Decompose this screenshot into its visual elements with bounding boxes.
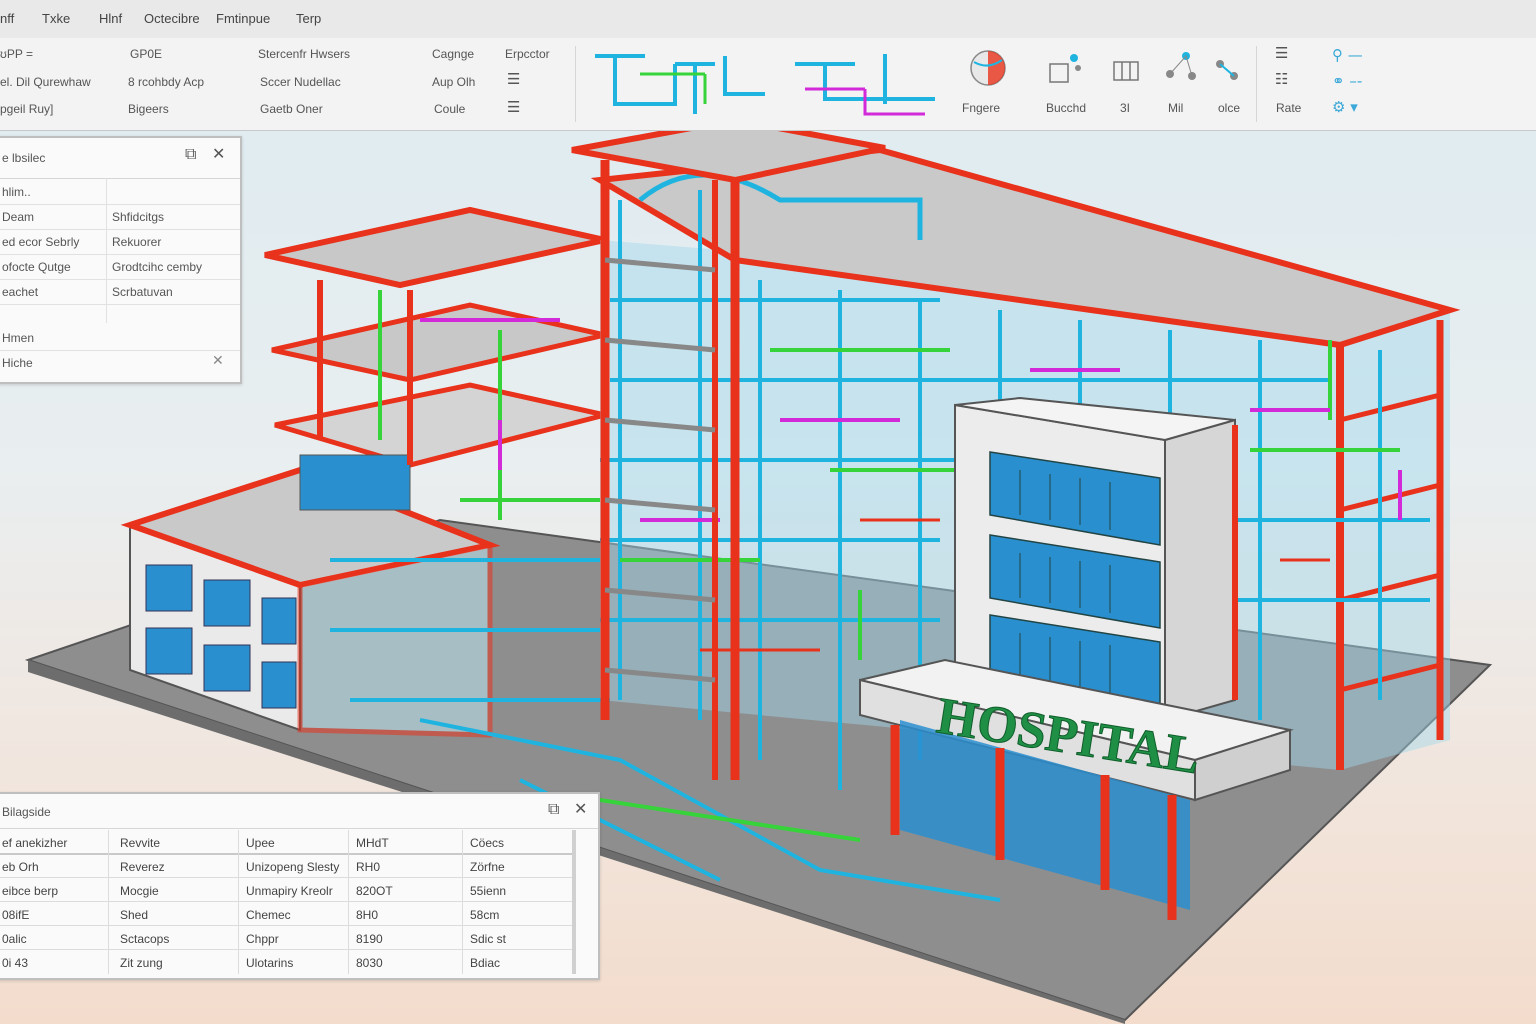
chain-icon[interactable]: ⚭ –-: [1332, 72, 1362, 90]
property-row[interactable]: ed ecor Sebrly Rekuorer: [0, 230, 240, 255]
property-row[interactable]: Deam Shfidcitgs: [0, 205, 240, 230]
network-icon[interactable]: [1160, 46, 1200, 86]
tool-label-4[interactable]: Mil: [1168, 101, 1183, 115]
globe-icon[interactable]: [968, 48, 1008, 88]
ribbon-cmd-13[interactable]: Erpcctor: [505, 47, 550, 61]
ribbon-toolbar: ʊPP = el. Dil Qurewhaw pgeil Ruy] GP0E 8…: [0, 38, 1536, 131]
align-icon[interactable]: ☰: [1275, 44, 1288, 62]
menu-lines-icon[interactable]: ☰: [507, 98, 520, 116]
menu-item-help[interactable]: Terp: [296, 11, 321, 26]
schedule-panel-header: Bilagside ⧉ ✕: [0, 794, 598, 829]
tool-label-5[interactable]: olce: [1218, 101, 1240, 115]
menu-item-options[interactable]: Octecibre: [144, 11, 200, 26]
column-header[interactable]: ef anekizher: [2, 836, 67, 850]
ribbon-cmd-9[interactable]: Gaetb Oner: [260, 102, 323, 116]
ribbon-cmd-6[interactable]: Bigeers: [128, 102, 169, 116]
table-row[interactable]: 08ifE Shed Chemec 8H0 58cm: [0, 902, 572, 926]
ribbon-cmd-12[interactable]: Coule: [434, 102, 465, 116]
menu-item-info[interactable]: Hlnf: [99, 11, 122, 26]
column-divider: [462, 830, 463, 974]
settings-icon[interactable]: [1210, 54, 1244, 88]
stepped-terraces: [264, 206, 606, 511]
column-header[interactable]: MHdT: [356, 836, 389, 850]
property-row[interactable]: Hmen: [0, 326, 240, 351]
menu-bar: nff Txke Hlnf Octecibre Fmtinpue Terp: [0, 0, 1536, 39]
rows-icon[interactable]: ☷: [1275, 70, 1288, 88]
mep-piping-icon[interactable]: [785, 44, 945, 122]
mep-ductwork-icon[interactable]: [585, 44, 775, 122]
layers-icon[interactable]: [1044, 50, 1084, 86]
ribbon-separator: [575, 46, 576, 122]
menu-item-manage[interactable]: Fmtinpue: [216, 11, 270, 26]
property-row[interactable]: Hiche ✕: [0, 351, 240, 375]
column-divider: [238, 830, 239, 974]
ribbon-cmd-5[interactable]: 8 rcohbdy Acp: [128, 75, 204, 89]
ribbon-cmd-8[interactable]: Sccer Nudellac: [260, 75, 341, 89]
ribbon-cmd-2[interactable]: el. Dil Qurewhaw: [0, 75, 91, 89]
tool-label-1[interactable]: Fngere: [962, 101, 1000, 115]
property-row[interactable]: eachet Scrbatuvan: [0, 280, 240, 305]
table-row[interactable]: 0alic Sctacops Chppr 8190 Sdic st: [0, 926, 572, 950]
grid-icon[interactable]: [1110, 52, 1144, 84]
schedule-panel: Bilagside ⧉ ✕ ef anekizher Revvite Upee …: [0, 792, 600, 980]
tool-label-2[interactable]: Bucchd: [1046, 101, 1086, 115]
scrollbar[interactable]: [572, 830, 576, 974]
minimize-icon[interactable]: ⧉: [185, 144, 196, 164]
close-icon[interactable]: ✕: [574, 799, 587, 818]
property-row[interactable]: ofocte Qutge Grodtcihc cemby: [0, 255, 240, 280]
column-divider: [108, 830, 109, 974]
ribbon-cmd-3[interactable]: pgeil Ruy]: [0, 102, 53, 116]
column-header[interactable]: Upee: [246, 836, 275, 850]
rate-label[interactable]: Rate: [1276, 101, 1301, 115]
clear-icon[interactable]: ✕: [212, 353, 224, 369]
property-row[interactable]: hlim..: [0, 180, 240, 205]
minimize-icon[interactable]: ⧉: [548, 799, 559, 819]
close-icon[interactable]: ✕: [212, 144, 225, 163]
column-header[interactable]: Cöecs: [470, 836, 504, 850]
tool-label-3[interactable]: 3I: [1120, 101, 1130, 115]
properties-panel: e lbsilec ⧉ ✕ hlim.. Deam Shfidcitgs ed e…: [0, 136, 242, 384]
schedule-panel-title: Bilagside: [2, 805, 51, 819]
table-row[interactable]: 0i 43 Zit zung Ulotarins 8030 Bdiac: [0, 950, 572, 973]
properties-panel-header: e lbsilec ⧉ ✕: [0, 138, 240, 179]
dropdown-icon[interactable]: ⚙ ▾: [1332, 98, 1358, 116]
ribbon-cmd-10[interactable]: Cagnge: [432, 47, 474, 61]
ribbon-separator-2: [1256, 46, 1257, 122]
table-row[interactable]: eb Orh Reverez Unizopeng Slesty RH0 Zörfne: [0, 854, 572, 878]
table-header: ef anekizher Revvite Upee MHdT Cöecs: [0, 830, 572, 855]
list-icon[interactable]: ☰: [507, 70, 520, 88]
properties-panel-title: e lbsilec: [2, 151, 46, 165]
ribbon-cmd-1[interactable]: ʊPP =: [0, 47, 33, 61]
table-row[interactable]: eibce berp Mocgie Unmapiry Kreolr 820OT 55ie…: [0, 878, 572, 902]
column-header[interactable]: Revvite: [120, 836, 160, 850]
link-icon[interactable]: ⚲ —: [1332, 46, 1363, 64]
ribbon-cmd-7[interactable]: Stercenfr Hwsers: [258, 47, 350, 61]
ribbon-cmd-11[interactable]: Aup Olh: [432, 75, 475, 89]
menu-item-file[interactable]: nff: [0, 11, 14, 26]
column-divider: [348, 830, 349, 974]
menu-item-home[interactable]: Txke: [42, 11, 70, 26]
ribbon-cmd-4[interactable]: GP0E: [130, 47, 162, 61]
column-divider: [106, 178, 107, 323]
